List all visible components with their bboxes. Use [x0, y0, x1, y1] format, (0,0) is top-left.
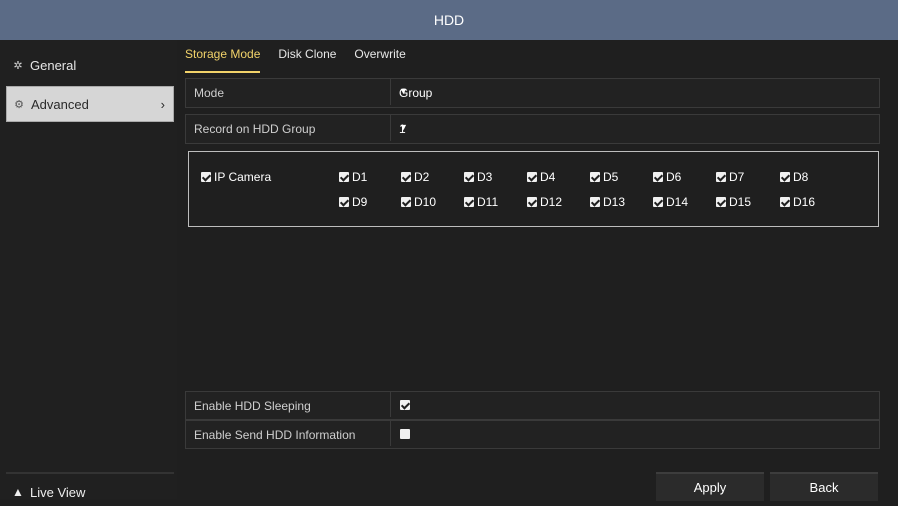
channel-checkbox-d12[interactable]: D12	[527, 195, 562, 209]
sidebar: ✲ General ⚙ Advanced › ▲ Live View	[0, 40, 177, 500]
sidebar-item-advanced[interactable]: ⚙ Advanced ›	[6, 86, 174, 122]
hdd-group-select[interactable]: 1 ▼	[390, 115, 879, 141]
channel-checkbox-d11[interactable]: D11	[464, 195, 498, 209]
chevron-right-icon: ›	[160, 96, 165, 112]
mode-select[interactable]: Group ▼	[390, 79, 879, 105]
channel-checkbox-d9[interactable]: D9	[339, 195, 367, 209]
channel-label: D10	[414, 195, 437, 209]
checkbox-checked-icon	[653, 197, 663, 207]
channel-checkbox-d4[interactable]: D4	[527, 170, 555, 184]
hdd-group-row: Record on HDD Group 1 ▼	[185, 114, 880, 144]
checkbox-checked-icon	[201, 172, 211, 182]
channel-checkbox-d6[interactable]: D6	[653, 170, 681, 184]
checkbox-checked-icon	[464, 172, 474, 182]
channel-label: D7	[729, 170, 745, 184]
ip-camera-label: IP Camera	[214, 170, 272, 184]
channel-checkbox-d2[interactable]: D2	[401, 170, 429, 184]
mode-row: Mode Group ▼	[185, 78, 880, 108]
sidebar-item-label: General	[30, 57, 77, 73]
channel-label: D4	[540, 170, 556, 184]
channel-checkbox-d10[interactable]: D10	[401, 195, 436, 209]
channel-label: D6	[666, 170, 682, 184]
channel-label: D9	[352, 195, 368, 209]
sidebar-item-general[interactable]: ✲ General	[6, 48, 172, 82]
tab-storage-mode[interactable]: Storage Mode	[185, 47, 261, 73]
channel-checkbox-d8[interactable]: D8	[780, 170, 808, 184]
channel-checkbox-d16[interactable]: D16	[780, 195, 815, 209]
channel-checkbox-d7[interactable]: D7	[716, 170, 744, 184]
checkbox-checked-icon	[527, 172, 537, 182]
send-hdd-info-label: Enable Send HDD Information	[194, 428, 356, 442]
checkbox-checked-icon	[339, 197, 349, 207]
send-hdd-info-row: Enable Send HDD Information	[185, 420, 880, 449]
channel-label: D13	[603, 195, 626, 209]
sidebar-item-label: Advanced	[31, 96, 89, 112]
channel-label: D1	[352, 170, 368, 184]
checkbox-checked-icon	[653, 172, 663, 182]
ip-camera-checkbox[interactable]: IP Camera	[201, 170, 271, 184]
checkbox-checked-icon	[780, 197, 790, 207]
channel-label: D16	[793, 195, 816, 209]
checkbox-checked-icon	[716, 172, 726, 182]
channel-checkbox-d1[interactable]: D1	[339, 170, 367, 184]
gear-icon: ✲	[13, 59, 23, 72]
checkbox-checked-icon	[339, 172, 349, 182]
hdd-group-label: Record on HDD Group	[194, 122, 316, 136]
settings-icon: ⚙	[14, 98, 24, 111]
back-button[interactable]: Back	[770, 472, 878, 501]
checkbox-checked-icon	[590, 172, 600, 182]
apply-button[interactable]: Apply	[656, 472, 764, 501]
channel-label: D12	[540, 195, 563, 209]
channel-label: D3	[477, 170, 493, 184]
hdd-sleeping-row: Enable HDD Sleeping	[185, 391, 880, 420]
channel-label: D2	[414, 170, 430, 184]
checkbox-checked-icon	[780, 172, 790, 182]
channel-label: D11	[477, 195, 499, 209]
channel-label: D15	[729, 195, 752, 209]
live-view-button[interactable]: ▲ Live View	[6, 472, 174, 506]
channel-checkbox-d15[interactable]: D15	[716, 195, 751, 209]
hdd-sleeping-label: Enable HDD Sleeping	[194, 399, 311, 413]
live-view-label: Live View	[30, 484, 86, 500]
channel-checkbox-d13[interactable]: D13	[590, 195, 625, 209]
channel-checkbox-d3[interactable]: D3	[464, 170, 492, 184]
window-title: HDD	[433, 12, 465, 28]
channel-checkbox-d14[interactable]: D14	[653, 195, 688, 209]
mode-label: Mode	[194, 86, 225, 100]
send-hdd-info-field	[390, 421, 879, 446]
channel-label: D14	[666, 195, 689, 209]
checkbox-checked-icon	[527, 197, 537, 207]
channel-checkbox-d5[interactable]: D5	[590, 170, 618, 184]
tab-overwrite[interactable]: Overwrite	[354, 47, 405, 73]
hdd-sleeping-checkbox[interactable]	[400, 400, 410, 410]
chevron-down-icon: ▼	[399, 122, 408, 132]
checkbox-checked-icon	[464, 197, 474, 207]
tab-bar: Storage Mode Disk Clone Overwrite	[185, 47, 424, 73]
chevron-down-icon: ▼	[399, 86, 408, 96]
checkbox-checked-icon	[401, 172, 411, 182]
tab-disk-clone[interactable]: Disk Clone	[278, 47, 336, 73]
send-hdd-info-checkbox[interactable]	[400, 429, 410, 439]
window-title-bar: HDD	[0, 0, 898, 40]
channel-label: D5	[603, 170, 619, 184]
checkbox-checked-icon	[401, 197, 411, 207]
channel-label: D8	[793, 170, 809, 184]
camera-selection-panel: IP Camera D1 D2 D3 D4 D5 D6 D7 D8 D9 D10…	[188, 151, 879, 227]
hdd-sleeping-field	[390, 392, 879, 417]
home-icon: ▲	[12, 485, 24, 499]
checkbox-checked-icon	[590, 197, 600, 207]
checkbox-checked-icon	[716, 197, 726, 207]
